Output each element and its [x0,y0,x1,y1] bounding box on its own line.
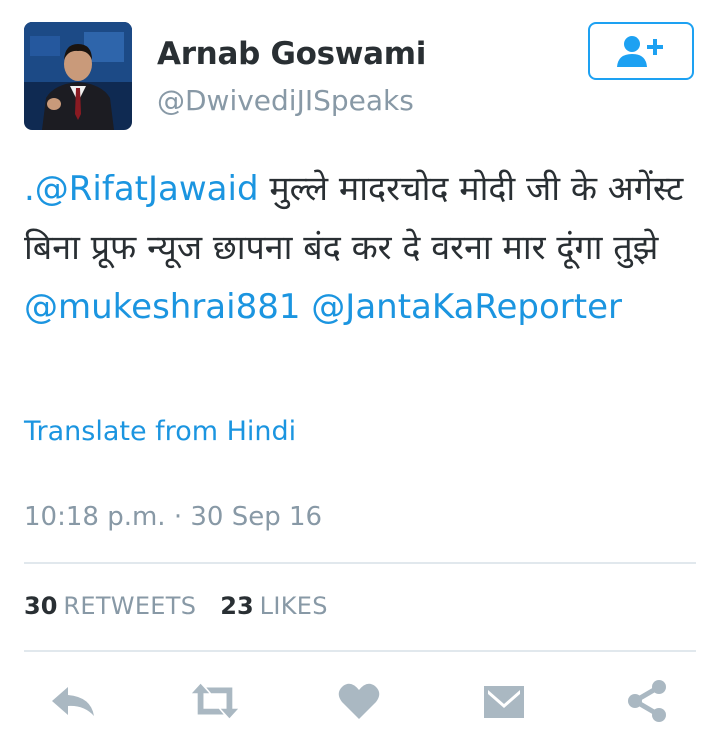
likes-label: LIKES [259,592,328,620]
avatar[interactable] [24,22,132,130]
tweet-timestamp[interactable]: 10:18 p.m. · 30 Sep 16 [24,502,322,532]
author-display-name[interactable]: Arnab Goswami [157,36,426,72]
reply-button[interactable] [48,676,98,726]
divider [24,562,696,564]
likes-stat[interactable]: 23 LIKES [220,592,328,620]
reply-icon [52,687,94,716]
avatar-image [24,22,132,130]
follow-button[interactable] [588,22,694,80]
author-handle[interactable]: @DwivediJISpeaks [157,84,414,117]
retweet-button[interactable] [190,676,240,726]
retweet-icon [191,683,239,719]
mention-link[interactable]: @mukeshrai881 [24,287,300,327]
translate-link[interactable]: Translate from Hindi [24,416,296,447]
mention-link[interactable]: .@RifatJawaid [24,169,259,209]
like-icon [338,683,380,719]
add-user-icon [617,36,663,67]
share-button[interactable] [622,676,672,726]
divider [24,650,696,652]
share-icon [628,680,666,722]
message-icon [484,686,524,718]
retweets-count: 30 [24,592,58,620]
like-button[interactable] [334,676,384,726]
tweet-text: .@RifatJawaid मुल्ले मादरचोद मोदी जी के … [24,160,694,337]
tweet-text-segment [300,287,311,327]
message-button[interactable] [479,676,529,726]
mention-link[interactable]: @JantaKaReporter [311,287,622,327]
tweet-actions [0,676,720,726]
retweets-stat[interactable]: 30 RETWEETS [24,592,196,620]
tweet-stats: 30 RETWEETS 23 LIKES [24,592,328,620]
likes-count: 23 [220,592,254,620]
retweets-label: RETWEETS [63,592,197,620]
